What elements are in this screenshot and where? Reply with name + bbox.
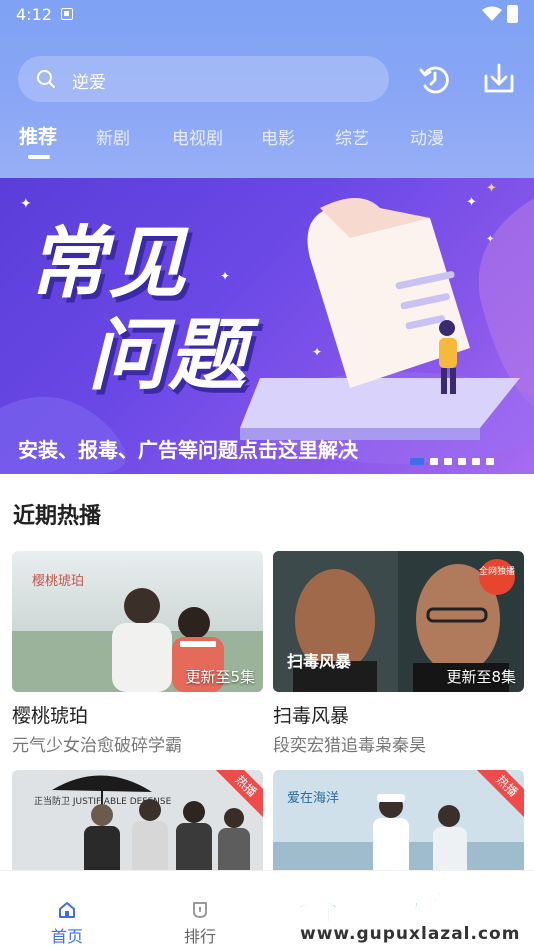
battery-icon [507, 5, 518, 23]
corner-tag: 全网独播 [479, 565, 515, 577]
tab-variety[interactable]: 综艺 [335, 124, 369, 149]
poster-title: 正当防卫 JUSTIFIABLE DEFENSE [34, 795, 172, 807]
svg-text:✦: ✦ [466, 195, 477, 210]
search-input[interactable]: 逆爱 [18, 56, 389, 102]
nav-ranking-label: 排行 [183, 927, 216, 946]
nav-home[interactable]: 首页 [27, 871, 107, 950]
banner-dot[interactable] [472, 458, 480, 465]
banner-title-line-2: 问题 [88, 311, 249, 401]
video-thumbnail[interactable]: 正当防卫 JUSTIFIABLE DEFENSE 热播 [12, 770, 263, 880]
poster-title: 爱在海洋 [287, 791, 339, 806]
tab-recommend[interactable]: 推荐 [19, 122, 57, 149]
banner-dot[interactable] [486, 458, 494, 465]
history-icon[interactable] [417, 62, 451, 96]
video-subtitle: 段奕宏猎追毒枭秦昊 [273, 736, 426, 756]
svg-text:✦: ✦ [486, 181, 497, 196]
banner-title: 常见 问题 [28, 218, 248, 402]
svg-text:✦: ✦ [312, 345, 322, 359]
active-tab-indicator [28, 155, 50, 159]
tab-movies[interactable]: 电影 [261, 124, 295, 149]
tab-new-series[interactable]: 新剧 [96, 124, 130, 149]
banner-title-line-1: 常见 [28, 219, 189, 309]
video-thumbnail[interactable]: 樱桃琥珀 更新至5集 [12, 551, 263, 692]
ranking-icon [193, 902, 207, 918]
search-query: 逆爱 [72, 73, 106, 93]
faq-banner[interactable]: ✦ ✦ ✦ ✦ ✦ ✦ 常见 问题 安装、报毒、广告等问题点击这里解决 [0, 178, 534, 474]
poster-title: 扫毒风暴 [287, 652, 352, 671]
episode-badge: 更新至5集 [185, 668, 255, 686]
banner-dot[interactable] [430, 458, 438, 465]
video-title: 扫毒风暴 [273, 705, 350, 727]
search-icon [37, 70, 55, 88]
status-time: 4:12 [16, 5, 52, 24]
video-thumbnail[interactable]: 爱在海洋 热播 [273, 770, 524, 880]
banner-caption: 安装、报毒、广告等问题点击这里解决 [18, 438, 358, 462]
episode-badge: 更新至8集 [446, 668, 516, 686]
poster-title: 樱桃琥珀 [32, 573, 84, 589]
notification-icon [61, 8, 73, 20]
section-title: 近期热播 [13, 504, 102, 529]
banner-dot[interactable] [458, 458, 466, 465]
watermark: 谷普软件园 www.gupuxlazal.com [288, 866, 534, 950]
tab-anime[interactable]: 动漫 [410, 124, 444, 149]
tab-tv-series[interactable]: 电视剧 [172, 124, 223, 149]
svg-text:✦: ✦ [486, 234, 494, 245]
watermark-url: www.gupuxlazal.com [300, 924, 521, 944]
svg-text:✦: ✦ [20, 196, 32, 212]
download-icon[interactable] [482, 62, 516, 96]
wifi-icon [482, 6, 502, 21]
video-thumbnail[interactable]: 扫毒风暴 全网独播 更新至8集 [273, 551, 524, 692]
banner-dot[interactable] [444, 458, 452, 465]
category-tabs: 推荐 新剧 电视剧 电影 综艺 动漫 [0, 124, 534, 164]
home-icon [59, 902, 75, 918]
header: 4:12 逆爱 推荐 新剧 电视剧 电影 综艺 动漫 [0, 0, 534, 178]
video-title: 樱桃琥珀 [12, 705, 89, 727]
watermark-logo: 谷普软件园 [295, 878, 521, 931]
video-subtitle: 元气少女治愈破碎学霸 [12, 736, 182, 756]
nav-home-label: 首页 [50, 927, 83, 946]
poster-image: 爱在海洋 [273, 770, 524, 880]
poster-image: 正当防卫 JUSTIFIABLE DEFENSE [12, 770, 263, 880]
nav-ranking[interactable]: 排行 [160, 871, 240, 950]
status-bar: 4:12 [0, 0, 534, 30]
banner-dot[interactable] [410, 458, 424, 465]
